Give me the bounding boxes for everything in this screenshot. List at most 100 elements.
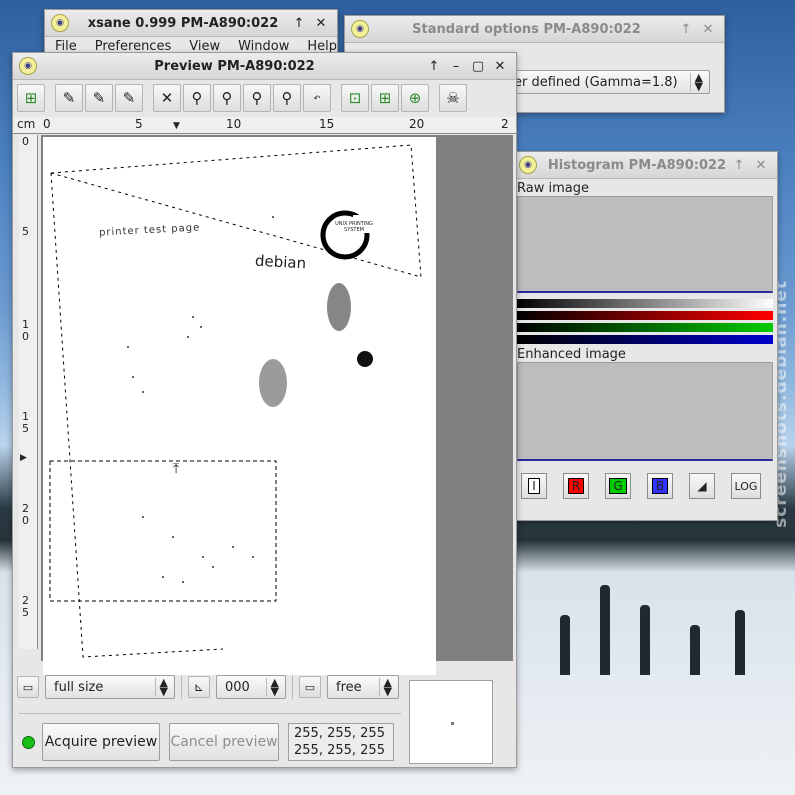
tree <box>690 625 700 675</box>
page-border <box>50 172 224 658</box>
intensity-button[interactable]: I <box>521 473 547 499</box>
autoselect-button[interactable]: ⊡ <box>341 84 369 112</box>
rgb-value-line: 255, 255, 255 <box>294 726 385 741</box>
close-icon[interactable]: ✕ <box>313 15 329 31</box>
ruler-tick-label: 15 <box>319 117 335 131</box>
rgb-readout: 255, 255, 255 255, 255, 255 <box>288 723 394 761</box>
aspect-value: free <box>336 679 362 695</box>
full-area-button[interactable]: ⊞ <box>371 84 399 112</box>
page-border <box>50 144 422 278</box>
ruler-tick-label: 20 <box>409 117 425 131</box>
autorect-icon: ⊕ <box>408 89 422 107</box>
zoom-in-button[interactable]: ⚲ <box>213 84 241 112</box>
log-label: LOG <box>734 479 758 493</box>
cups-text: UNIX PRINTING SYSTEM <box>335 221 373 233</box>
aspect-icon-button[interactable]: ▭ <box>299 676 321 698</box>
cancel-preview-button[interactable]: Cancel preview <box>169 723 279 761</box>
eye-icon: ◉ <box>519 156 537 174</box>
tree <box>600 585 610 675</box>
acquire-preview-label: Acquire preview <box>44 734 158 750</box>
horizontal-ruler: cm 0 5 10 15 20 2 ▼ <box>13 117 516 134</box>
blue-button[interactable]: B <box>647 473 673 499</box>
gamma-value: er defined (Gamma=1.8) <box>514 74 678 90</box>
raise-icon[interactable]: ↑ <box>678 21 694 37</box>
close-icon[interactable]: ✕ <box>700 21 716 37</box>
vertical-ruler: 0 5 1 0 1 5 2 0 2 5 ▶ <box>19 135 38 649</box>
minimize-icon[interactable]: – <box>448 58 464 74</box>
close-icon[interactable]: ✕ <box>753 157 769 173</box>
ruler-marker-icon: ▼ <box>173 121 180 131</box>
size-icon-button[interactable]: ▭ <box>17 676 39 698</box>
zoom-undo-button[interactable]: ↶ <box>303 84 331 112</box>
updown-icon: ▲ ▼ <box>154 677 168 697</box>
zoom-prev-button[interactable]: ⚲ <box>273 84 301 112</box>
xsane-titlebar[interactable]: ◉ xsane 0.999 PM-A890:022 ↑ ✕ <box>45 10 337 37</box>
selection-rectangle[interactable] <box>49 460 277 602</box>
enhanced-histogram <box>517 362 773 461</box>
preview-titlebar[interactable]: ◉ Preview PM-A890:022 ↑ – ▢ ✕ <box>13 53 516 80</box>
rgb-value-line: 255, 255, 255 <box>294 743 385 758</box>
zoom-not-button[interactable]: ✕ <box>153 84 181 112</box>
pipette-white-button[interactable]: ✎ <box>55 84 83 112</box>
red-button[interactable]: R <box>563 473 589 499</box>
scan-speckles <box>127 216 274 583</box>
green-label: G <box>609 478 627 494</box>
arrow-cursor-icon: ⤒ <box>173 461 180 477</box>
enhanced-image-label: Enhanced image <box>517 347 626 362</box>
preview-canvas[interactable]: debian UNIX PRINTING SYSTEM printer test… <box>41 135 513 675</box>
pipette-mode-button[interactable]: ◢ <box>689 473 715 499</box>
aspect-select[interactable]: free ▲ ▼ <box>327 675 399 699</box>
ruler-tick-label: 10 <box>226 117 242 131</box>
window-title: Standard options PM-A890:022 <box>412 21 641 37</box>
ruler-tick-label: 1 0 <box>22 318 29 343</box>
red-label: R <box>567 478 585 494</box>
updown-icon: ▲ ▼ <box>265 677 279 697</box>
ruler-tick-label: 2 <box>501 117 509 131</box>
log-button[interactable]: LOG <box>731 473 761 499</box>
red-gradient <box>517 311 773 320</box>
raise-icon[interactable]: ↑ <box>291 15 307 31</box>
zoom-in-icon: ⚲ <box>221 89 233 107</box>
window-title: xsane 0.999 PM-A890:022 <box>87 15 279 31</box>
ruler-tick-label: 1 5 <box>22 410 29 435</box>
pipette-black-button[interactable]: ✎ <box>115 84 143 112</box>
debian-text: debian <box>254 251 307 273</box>
rotation-icon: ⊾ <box>193 680 205 694</box>
select-area-button[interactable]: ⊞ <box>17 84 45 112</box>
rotation-icon-button[interactable]: ⊾ <box>188 676 210 698</box>
rotation-select[interactable]: 000 ▲ ▼ <box>216 675 286 699</box>
ruler-tick-label: 0 <box>22 135 29 148</box>
thumbnail-preview <box>409 680 493 764</box>
histogram-mode-icon: ◢ <box>697 479 707 493</box>
standard-options-titlebar[interactable]: ◉ Standard options PM-A890:022 ↑ ✕ <box>345 16 724 43</box>
zoom-area-button[interactable]: ⚲ <box>243 84 271 112</box>
zoom-out-button[interactable]: ⚲ <box>183 84 211 112</box>
histogram-titlebar[interactable]: ◉ Histogram PM-A890:022 ↑ ✕ <box>513 152 777 179</box>
green-button[interactable]: G <box>605 473 631 499</box>
raw-image-label: Raw image <box>517 181 589 196</box>
close-icon[interactable]: ✕ <box>492 58 508 74</box>
size-select[interactable]: full size ▲ ▼ <box>45 675 175 699</box>
ruler-tick-label: 5 <box>135 117 143 131</box>
delete-images-button[interactable]: ☠ <box>439 84 467 112</box>
divider <box>19 713 401 714</box>
zoom-prev-icon: ⚲ <box>281 89 293 107</box>
maximize-icon[interactable]: ▢ <box>470 58 486 74</box>
skull-icon: ☠ <box>446 89 460 107</box>
aspect-ratio-icon: ▭ <box>304 680 316 694</box>
ruler-tick-label: 2 5 <box>22 594 29 619</box>
green-gradient <box>517 323 773 332</box>
raise-icon[interactable]: ↑ <box>426 58 442 74</box>
updown-icon: ▲ ▼ <box>689 72 703 92</box>
pipette-icon: ✎ <box>122 89 136 107</box>
gamma-select[interactable]: er defined (Gamma=1.8) ▲ ▼ <box>505 70 710 94</box>
blue-gradient <box>517 335 773 344</box>
raise-icon[interactable]: ↑ <box>731 157 747 173</box>
autorect-button[interactable]: ⊕ <box>401 84 429 112</box>
acquire-preview-button[interactable]: Acquire preview <box>42 723 160 761</box>
eye-icon: ◉ <box>51 14 69 32</box>
eye-icon: ◉ <box>351 20 369 38</box>
ruler-tick-label: 5 <box>22 225 29 238</box>
ruler-marker-icon: ▶ <box>20 453 27 463</box>
pipette-gray-button[interactable]: ✎ <box>85 84 113 112</box>
